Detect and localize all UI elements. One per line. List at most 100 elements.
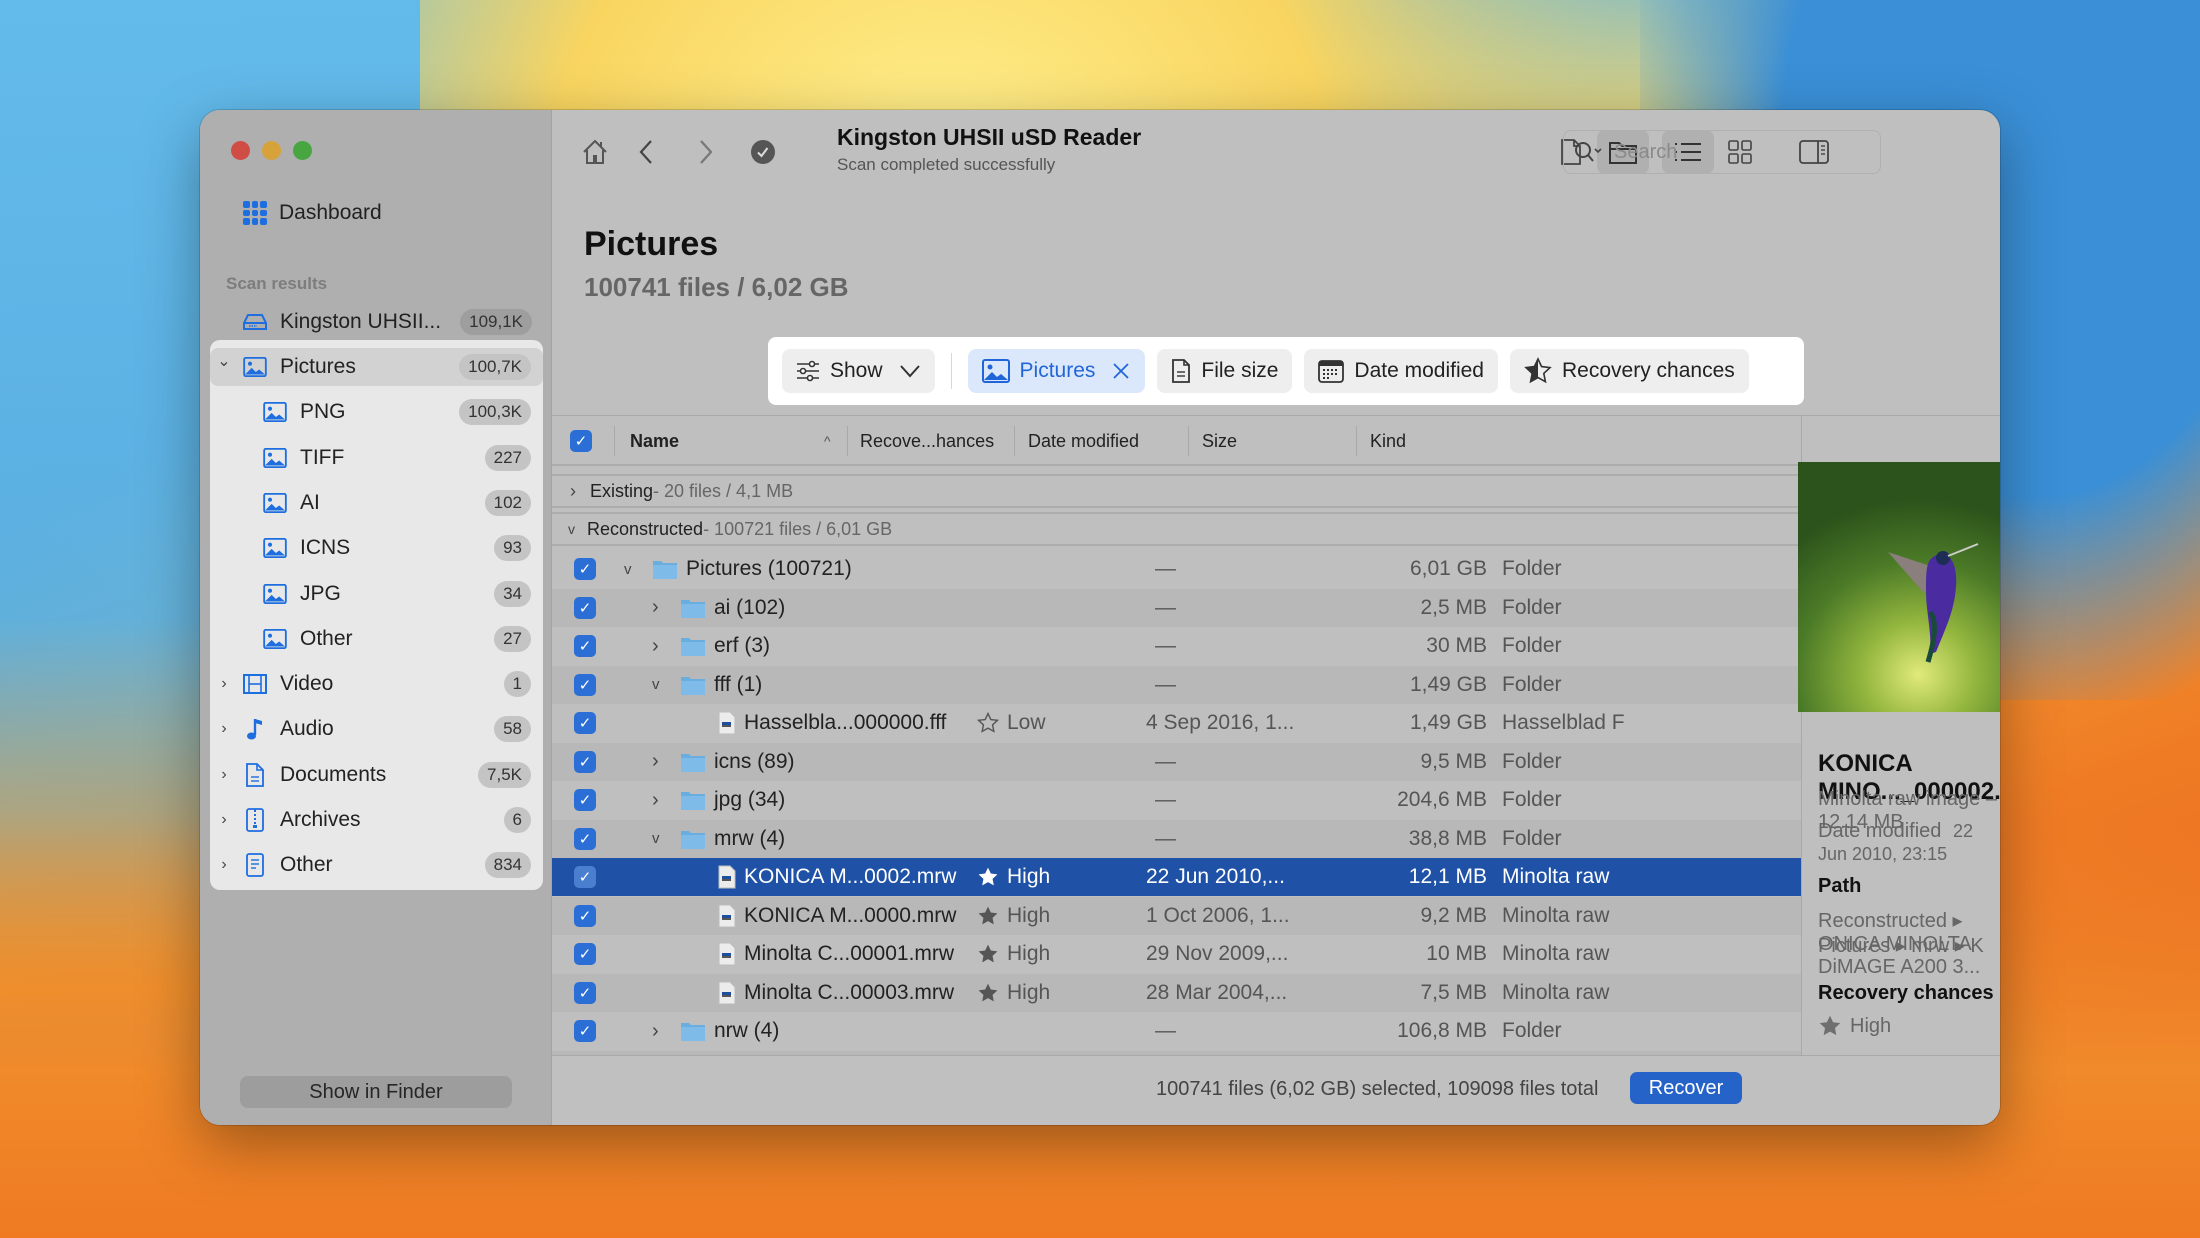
column-header-recovery[interactable]: Recove...hances [860, 429, 994, 453]
group-reconstructed[interactable]: v Reconstructed - 100721 files / 6,01 GB [552, 512, 1801, 546]
chevron-right-icon[interactable]: › [652, 627, 659, 665]
star-icon [977, 943, 999, 965]
sidebar-item-icns-child[interactable]: ICNS 93 [210, 529, 543, 567]
film-icon [242, 673, 268, 695]
search-field[interactable] [1563, 130, 1881, 174]
home-button[interactable] [577, 132, 613, 172]
table-header: ✓ Name ^ Recove...hances Date modified S… [552, 416, 1801, 466]
sidebar-item-tiff-child[interactable]: TIFF 227 [210, 439, 543, 477]
table-row[interactable]: ✓ › jpg (34) — 204,6 MB Folder [552, 781, 1801, 819]
select-all-checkbox[interactable]: ✓ [570, 429, 592, 453]
sidebar-item-other[interactable]: › Other 834 [210, 846, 543, 884]
page-subtitle: 100741 files / 6,02 GB [584, 272, 849, 302]
chevron-right-icon[interactable]: › [214, 720, 234, 738]
minimize-button[interactable] [262, 141, 281, 160]
recovery-chances-filter-button[interactable]: Recovery chances [1510, 349, 1749, 393]
sidebar-item-png-child[interactable]: PNG 100,3K [210, 393, 543, 431]
app-window: Dashboard Scan results Kingston UHSII...… [200, 110, 2000, 1125]
table-row[interactable]: ✓ Minolta C...00001.mrw High 29 Nov 2009,..… [552, 935, 1801, 973]
chevron-down-icon[interactable]: v [624, 550, 632, 588]
sidebar-item-dashboard[interactable]: Dashboard [243, 201, 382, 225]
chevron-down-icon[interactable]: v [652, 820, 660, 858]
sidebar-item-documents[interactable]: › Documents 7,5K [210, 756, 543, 794]
table-row[interactable]: ✓ › erf (3) — 30 MB Folder [552, 627, 1801, 665]
column-header-date[interactable]: Date modified [1028, 429, 1139, 453]
chevron-down-icon[interactable]: ⌄ [214, 351, 234, 371]
chevron-right-icon[interactable]: › [214, 766, 234, 784]
folder-icon [680, 597, 706, 619]
sidebar-item-video[interactable]: › Video 1 [210, 665, 543, 703]
pictures-filter-chip[interactable]: Pictures [967, 349, 1146, 393]
row-checkbox[interactable]: ✓ [574, 704, 596, 742]
star-outline-icon [977, 712, 999, 734]
sidebar-item-ai-child[interactable]: AI 102 [210, 484, 543, 522]
sidebar-item-label: Documents [280, 762, 387, 786]
name-cell: KONICA M...0000.mrw [718, 897, 956, 935]
close-button[interactable] [231, 141, 250, 160]
kind-cell: Folder [1502, 557, 1562, 580]
chevron-right-icon[interactable]: › [652, 781, 659, 819]
chevron-right-icon[interactable]: › [652, 1012, 659, 1050]
search-input[interactable] [1614, 140, 1854, 164]
table-row[interactable]: ✓ › nrw (4) — 106,8 MB Folder [552, 1012, 1801, 1050]
table-row[interactable]: ✓ v Pictures (100721) — 6,01 GB Folder [552, 550, 1801, 588]
row-checkbox[interactable]: ✓ [574, 897, 596, 935]
row-checkbox[interactable]: ✓ [574, 858, 596, 896]
sidebar-item-archives[interactable]: › Archives 6 [210, 801, 543, 839]
table-row[interactable]: ✓ › ai (102) — 2,5 MB Folder [552, 588, 1801, 627]
folder-icon [652, 558, 678, 580]
row-checkbox[interactable]: ✓ [574, 935, 596, 973]
table-row[interactable]: ✓ KONICA M...0000.mrw High 1 Oct 2006, 1...… [552, 896, 1801, 935]
chevron-down-icon[interactable]: v [652, 666, 660, 704]
show-filter-button[interactable]: Show [782, 349, 935, 393]
count-badge: 58 [494, 716, 531, 743]
row-checkbox[interactable]: ✓ [574, 781, 596, 819]
sidebar-item-pictures[interactable]: ⌄ Pictures 100,7K [210, 348, 543, 386]
sidebar-item-jpg-child[interactable]: JPG 34 [210, 575, 543, 613]
size-cell: 1,49 GB [1409, 711, 1487, 734]
show-in-finder-button[interactable]: Show in Finder [240, 1076, 512, 1108]
chevron-right-icon[interactable]: › [214, 675, 234, 693]
zoom-button[interactable] [293, 141, 312, 160]
date-modified-filter-button[interactable]: Date modified [1304, 349, 1498, 393]
preview-recovery: High [1818, 1014, 1891, 1038]
row-checkbox[interactable]: ✓ [574, 743, 596, 781]
scan-status-check [748, 132, 778, 172]
column-header-size[interactable]: Size [1202, 429, 1237, 453]
row-checkbox[interactable]: ✓ [574, 1012, 596, 1050]
row-checkbox[interactable]: ✓ [574, 550, 596, 588]
table-row[interactable]: ✓ KONICA M...0002.mrw High 22 Jun 2010,... 1… [552, 858, 1801, 896]
column-header-kind[interactable]: Kind [1370, 429, 1406, 453]
count-badge: 34 [494, 580, 531, 607]
recovery-cell: High [977, 935, 1050, 973]
dashboard-label: Dashboard [279, 201, 382, 224]
chevron-right-icon[interactable]: › [214, 811, 234, 829]
row-checkbox[interactable]: ✓ [574, 666, 596, 704]
table-row[interactable]: ✓ v mrw (4) — 38,8 MB Folder [552, 819, 1801, 858]
forward-button[interactable] [690, 132, 720, 172]
table-row[interactable]: ✓ › icns (89) — 9,5 MB Folder [552, 742, 1801, 781]
close-icon [1113, 363, 1130, 379]
chevron-right-icon[interactable]: › [214, 856, 234, 874]
table-row[interactable]: ✓ Hasselbla...000000.fff Low 4 Sep 2016, 1.… [552, 704, 1801, 742]
file-name: KONICA M...0000.mrw [744, 903, 957, 927]
recovery-chance: High [1007, 942, 1051, 965]
file-size-filter-button[interactable]: File size [1157, 349, 1293, 393]
chevron-right-icon[interactable]: › [652, 743, 659, 781]
recover-button[interactable]: Recover [1630, 1072, 1742, 1104]
back-button[interactable] [632, 132, 662, 172]
sidebar-item-audio[interactable]: › Audio 58 [210, 710, 543, 748]
table-row[interactable]: ✓ v fff (1) — 1,49 GB Folder [552, 665, 1801, 704]
row-checkbox[interactable]: ✓ [574, 627, 596, 665]
row-checkbox[interactable]: ✓ [574, 589, 596, 627]
row-checkbox[interactable]: ✓ [574, 820, 596, 858]
chevron-right-icon[interactable]: › [652, 589, 659, 627]
column-header-name[interactable]: Name [630, 429, 679, 453]
group-existing[interactable]: › Existing - 20 files / 4,1 MB [552, 474, 1801, 508]
file-table: ✓ Name ^ Recove...hances Date modified S… [552, 416, 1801, 1125]
table-row[interactable]: ✓ Minolta C...00003.mrw High 28 Mar 2004,..… [552, 973, 1801, 1012]
sidebar-item-other-child[interactable]: Other 27 [210, 620, 543, 658]
sidebar-highlight-panel: ⌄ Pictures 100,7K PNG 100,3K TIFF 227 AI 102 ICNS… [210, 340, 543, 890]
sidebar-item-drive[interactable]: Kingston UHSII... 109,1K [200, 303, 552, 341]
row-checkbox[interactable]: ✓ [574, 974, 596, 1012]
